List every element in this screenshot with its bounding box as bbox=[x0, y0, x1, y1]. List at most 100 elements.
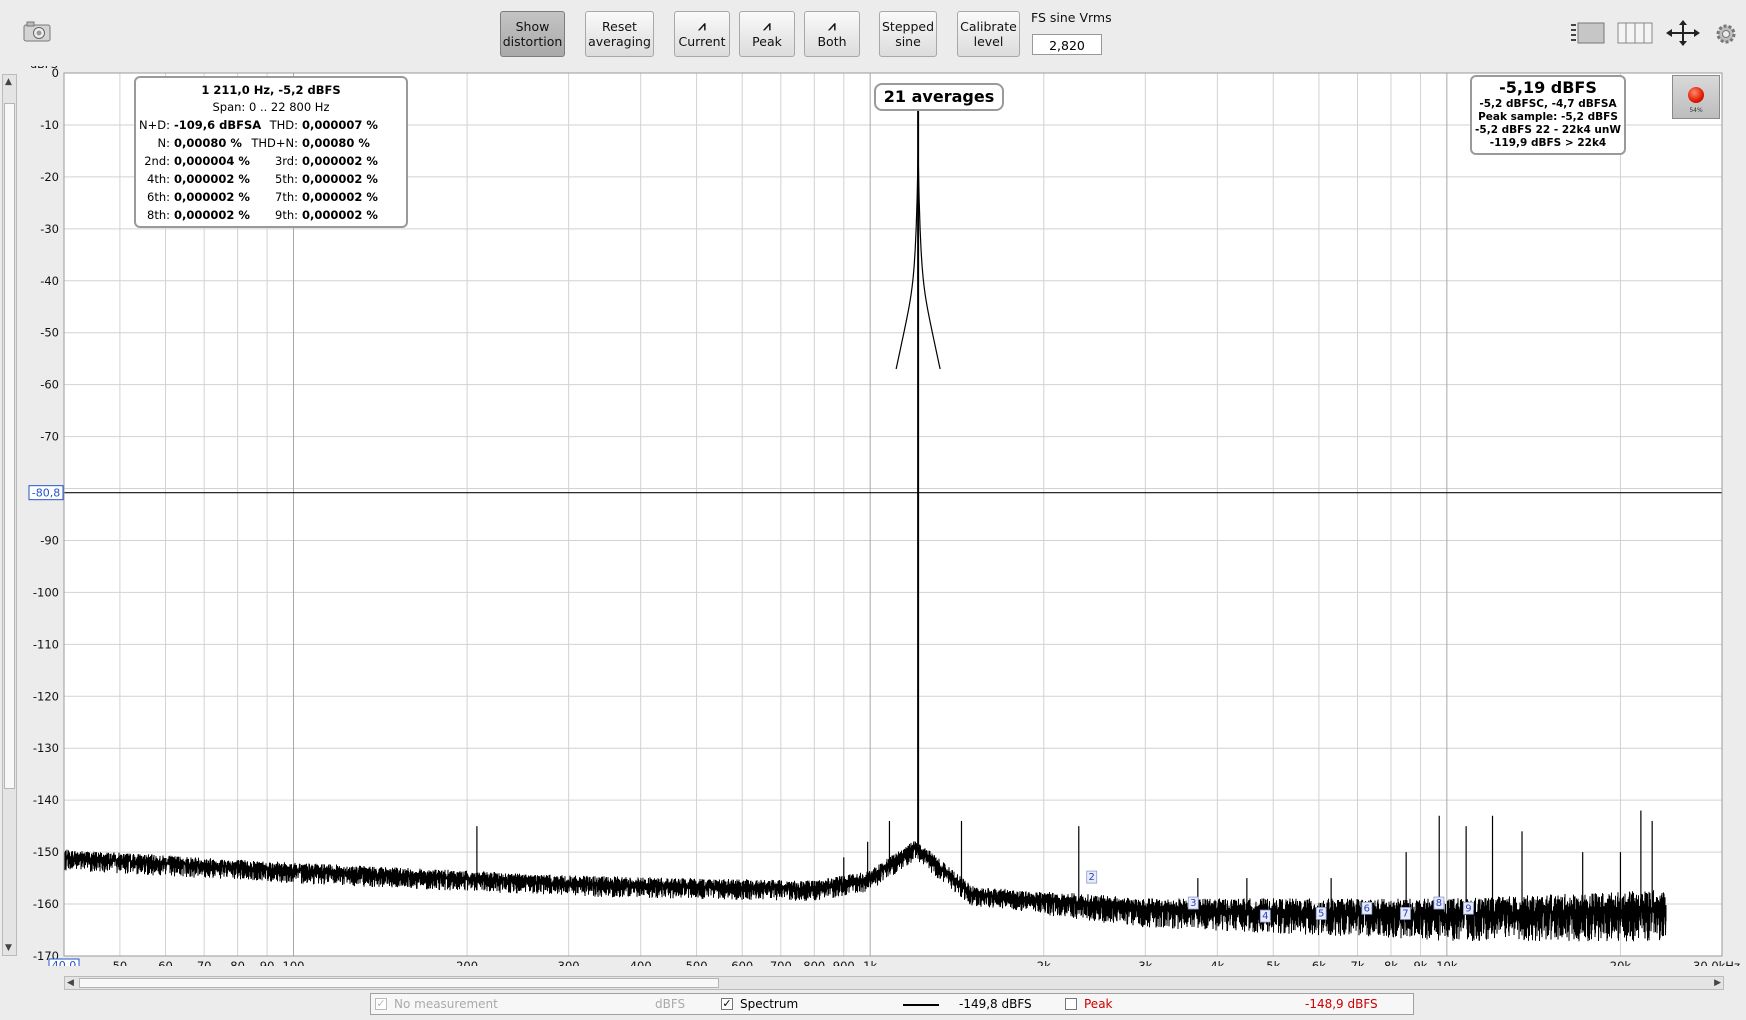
distortion-left-label: 6th: bbox=[147, 190, 170, 204]
distortion-box[interactable]: 1 211,0 Hz, -5,2 dBFS Span: 0 .. 22 800 … bbox=[134, 76, 408, 228]
move-arrows-icon[interactable] bbox=[1665, 19, 1701, 51]
x-tick-label: 200 bbox=[456, 959, 478, 966]
fs-sine-label: FS sine Vrms bbox=[1031, 10, 1112, 25]
peak-button[interactable]: ⩘ Peak bbox=[739, 11, 795, 57]
level-cursor-label: -80,8 bbox=[32, 487, 60, 500]
spectrum-current-icon: ⩘ bbox=[698, 18, 706, 34]
layout-icon[interactable] bbox=[1568, 20, 1608, 50]
y-tick-label: -30 bbox=[40, 222, 59, 236]
distortion-left-label: N: bbox=[157, 136, 170, 150]
toolbar: Show distortion Reset averaging ⩘ Curren… bbox=[0, 0, 1746, 66]
averages-badge: 21 averages bbox=[874, 83, 1004, 111]
scroll-up-icon[interactable]: ▲ bbox=[5, 77, 12, 87]
distortion-rows: N+D: -109,6 dBFSA THD: 0,000007 % N: 0,00080 … bbox=[136, 116, 406, 224]
level-box[interactable]: -5,19 dBFS -5,2 dBFSC, -4,7 dBFSA Peak s… bbox=[1470, 75, 1626, 155]
no-measurement-checkbox[interactable]: ✓ bbox=[375, 998, 387, 1010]
y-tick-label: -60 bbox=[40, 378, 59, 392]
x-tick-label: 10k bbox=[1436, 959, 1458, 966]
x-tick-label: 5k bbox=[1266, 959, 1280, 966]
x-tick-label: 800 bbox=[803, 959, 825, 966]
x-tick-label: 3k bbox=[1138, 959, 1152, 966]
x-tick-label: 6k bbox=[1312, 959, 1326, 966]
vertical-scroll-thumb[interactable] bbox=[4, 103, 15, 789]
x-tick-label: 100 bbox=[283, 959, 305, 966]
level-line-3: -5,2 dBFS 22 - 22k4 unW bbox=[1475, 124, 1621, 136]
vertical-scrollbar[interactable]: ▲ ▼ bbox=[2, 74, 17, 956]
distortion-right-value: 0,000002 % bbox=[302, 208, 378, 222]
harmonic-marker-label: 8 bbox=[1436, 898, 1442, 909]
fs-sine-input[interactable]: 2,820 bbox=[1032, 34, 1102, 55]
distortion-row: 4th: 0,000002 % 5th: 0,000002 % bbox=[136, 170, 406, 188]
current-button[interactable]: ⩘ Current bbox=[674, 11, 730, 57]
record-icon bbox=[1688, 87, 1704, 103]
stepped-sine-button[interactable]: Stepped sine bbox=[879, 11, 937, 57]
peak-checkbox[interactable] bbox=[1065, 998, 1077, 1010]
scroll-left-icon[interactable]: ◀ bbox=[67, 978, 74, 988]
show-distortion-button[interactable]: Show distortion bbox=[500, 11, 565, 57]
both-button[interactable]: ⩘ Both bbox=[804, 11, 860, 57]
x-tick-label: 400 bbox=[630, 959, 652, 966]
x-tick-label: 2k bbox=[1037, 959, 1051, 966]
y-tick-label: -70 bbox=[40, 430, 59, 444]
distortion-left-label: 2nd: bbox=[144, 154, 170, 168]
horizontal-scrollbar[interactable]: ◀ ▶ bbox=[64, 976, 1724, 990]
x-tick-label: 900 bbox=[833, 959, 855, 966]
harmonic-marker-label: 4 bbox=[1262, 911, 1268, 922]
y-tick-label: -20 bbox=[40, 170, 59, 184]
level-line-1: -5,2 dBFSC, -4,7 dBFSA bbox=[1479, 98, 1617, 110]
gear-icon[interactable] bbox=[1714, 22, 1738, 50]
record-meter-label: 54% bbox=[1689, 107, 1703, 114]
distortion-left-label: 4th: bbox=[147, 172, 170, 186]
columns-icon[interactable] bbox=[1617, 20, 1653, 50]
y-tick-label: -50 bbox=[40, 326, 59, 340]
reset-averaging-button[interactable]: Reset averaging bbox=[585, 11, 654, 57]
x-tick-label: 50 bbox=[113, 959, 128, 966]
harmonic-marker-label: 5 bbox=[1318, 908, 1324, 919]
harmonic-marker-label: 7 bbox=[1402, 908, 1408, 919]
distortion-right-label: 3rd: bbox=[274, 154, 298, 168]
y-tick-label: -160 bbox=[33, 897, 59, 911]
distortion-row: N: 0,00080 % THD+N: 0,00080 % bbox=[136, 134, 406, 152]
dbfs-unit-label: dBFS bbox=[655, 997, 686, 1011]
record-button[interactable]: 54% bbox=[1672, 75, 1720, 119]
scroll-right-icon[interactable]: ▶ bbox=[1714, 978, 1721, 988]
peak-label: Peak bbox=[752, 33, 782, 49]
x-tick-label: 9k bbox=[1413, 959, 1427, 966]
harmonic-marker-label: 3 bbox=[1190, 898, 1196, 909]
y-tick-label: -110 bbox=[33, 637, 59, 651]
y-tick-label: -120 bbox=[33, 689, 59, 703]
level-main: -5,19 dBFS bbox=[1499, 78, 1597, 97]
spectrum-checkbox[interactable]: ✓ bbox=[721, 998, 733, 1010]
x-tick-label: 60 bbox=[158, 959, 173, 966]
calibrate-level-button[interactable]: Calibrate level bbox=[957, 11, 1020, 57]
scroll-down-icon[interactable]: ▼ bbox=[5, 943, 12, 953]
x-tick-label: 8k bbox=[1384, 959, 1398, 966]
distortion-right-label: THD: bbox=[269, 118, 298, 132]
y-tick-label: -140 bbox=[33, 793, 59, 807]
distortion-right-value: 0,000002 % bbox=[302, 154, 378, 168]
distortion-right-value: 0,000002 % bbox=[302, 172, 378, 186]
distortion-fundamental: 1 211,0 Hz, -5,2 dBFS bbox=[201, 83, 341, 97]
legend-bar: ✓ No measurement dBFS ✓ Spectrum -149,8 … bbox=[370, 993, 1414, 1015]
distortion-right-value: 0,000007 % bbox=[302, 118, 378, 132]
distortion-right-label: THD+N: bbox=[251, 136, 298, 150]
x-tick-label: 7k bbox=[1351, 959, 1365, 966]
distortion-left-label: 8th: bbox=[147, 208, 170, 222]
distortion-right-value: 0,00080 % bbox=[302, 136, 370, 150]
x-tick-label: 1k bbox=[863, 959, 877, 966]
spectrum-peak-icon: ⩘ bbox=[763, 18, 771, 34]
distortion-row: 6th: 0,000002 % 7th: 0,000002 % bbox=[136, 188, 406, 206]
spectrum-value: -149,8 dBFS bbox=[959, 997, 1032, 1011]
level-line-4: -119,9 dBFS > 22k4 bbox=[1489, 137, 1607, 149]
horizontal-scroll-thumb[interactable] bbox=[79, 978, 719, 988]
no-measurement-label: No measurement bbox=[394, 997, 498, 1011]
x-max-label: 30,0kHz bbox=[1693, 959, 1740, 966]
distortion-row: N+D: -109,6 dBFSA THD: 0,000007 % bbox=[136, 116, 406, 134]
distortion-right-label: 7th: bbox=[275, 190, 298, 204]
distortion-row: 8th: 0,000002 % 9th: 0,000002 % bbox=[136, 206, 406, 224]
camera-icon[interactable] bbox=[22, 18, 52, 48]
x-min-label[interactable]: 40,0 bbox=[52, 959, 77, 966]
x-tick-label: 80 bbox=[230, 959, 245, 966]
y-tick-label: -150 bbox=[33, 845, 59, 859]
distortion-right-label: 9th: bbox=[275, 208, 298, 222]
